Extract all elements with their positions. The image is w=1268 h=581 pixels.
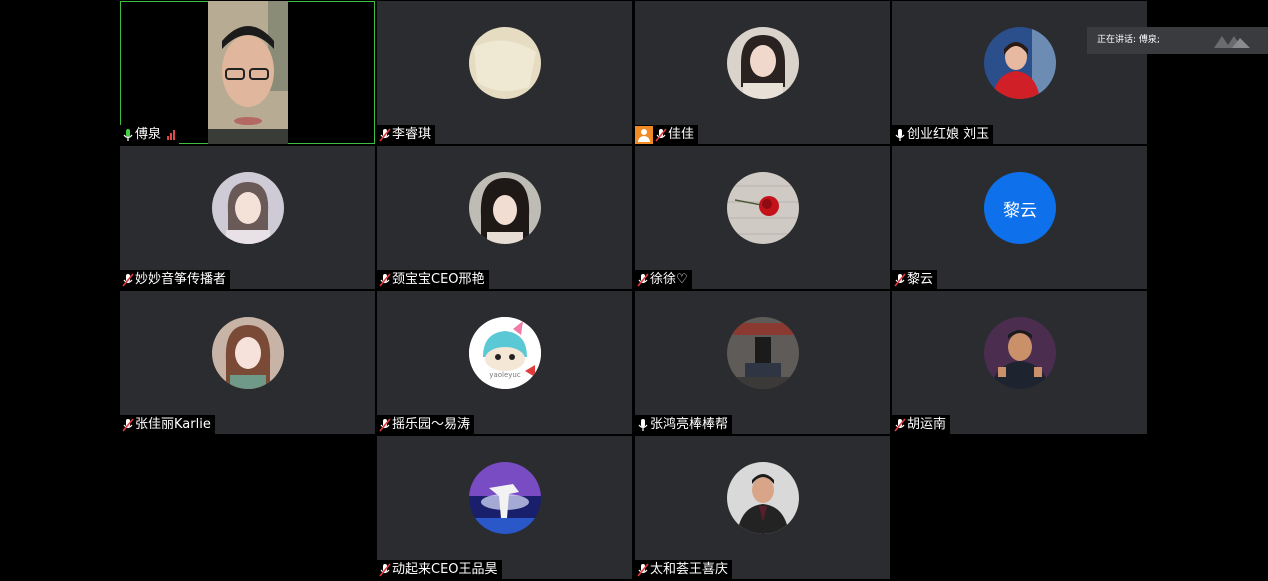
participant-tile-active[interactable]: 傅泉 bbox=[120, 1, 375, 144]
active-speaker-text: 正在讲话: 傅泉; bbox=[1097, 35, 1160, 45]
participant-tile[interactable]: 张鸿亮棒棒帮 bbox=[635, 291, 890, 434]
participant-name-bar: 胡运南 bbox=[892, 415, 951, 434]
avatar-logo-text: yaoleyuc bbox=[489, 371, 521, 379]
microphone-muted-icon bbox=[894, 272, 906, 287]
participant-tile[interactable]: 张佳丽Karlie bbox=[120, 291, 375, 434]
participant-name: 李睿琪 bbox=[392, 127, 432, 142]
participant-video bbox=[208, 1, 288, 144]
participant-name: 妙妙音筝传播者 bbox=[135, 272, 227, 287]
participant-tile[interactable]: 颈宝宝CEO邢艳 bbox=[377, 146, 632, 289]
participant-name-bar: 动起来CEO王品昊 bbox=[377, 560, 502, 579]
participant-tile[interactable]: 妙妙音筝传播者 bbox=[120, 146, 375, 289]
microphone-muted-icon bbox=[379, 417, 391, 432]
participant-avatar bbox=[727, 317, 799, 389]
participant-name: 佳佳 bbox=[668, 127, 695, 142]
app-logo-icon bbox=[1214, 36, 1250, 48]
microphone-on-icon bbox=[122, 128, 134, 142]
participant-initials-avatar: 黎云 bbox=[984, 172, 1056, 244]
participant-tile[interactable]: 太和荟王喜庆 bbox=[635, 436, 890, 579]
participant-name-bar: 李睿琪 bbox=[377, 125, 436, 144]
participant-name-bar: 妙妙音筝传播者 bbox=[120, 270, 231, 289]
participant-tile[interactable]: yaoleyuc 摇乐园～易涛 bbox=[377, 291, 632, 434]
participant-avatar bbox=[727, 462, 799, 534]
participant-avatar bbox=[727, 27, 799, 99]
microphone-muted-icon bbox=[379, 127, 391, 142]
participant-name-bar: 创业红娘 刘玉 bbox=[892, 125, 994, 144]
participant-tile[interactable]: 动起来CEO王品昊 bbox=[377, 436, 632, 579]
participant-name: 徐徐♡ bbox=[650, 272, 688, 287]
microphone-muted-icon bbox=[122, 417, 134, 432]
participant-name-bar: 颈宝宝CEO邢艳 bbox=[377, 270, 489, 289]
participant-avatar: yaoleyuc bbox=[469, 317, 541, 389]
signal-strength-icon bbox=[167, 129, 176, 140]
participant-name: 太和荟王喜庆 bbox=[650, 562, 729, 577]
host-icon bbox=[635, 125, 653, 144]
participant-name: 张佳丽Karlie bbox=[135, 417, 211, 432]
participant-tile[interactable]: 胡运南 bbox=[892, 291, 1147, 434]
participant-name-bar: 太和荟王喜庆 bbox=[635, 560, 733, 579]
participant-name: 张鸿亮棒棒帮 bbox=[650, 417, 729, 432]
microphone-muted-icon bbox=[637, 562, 649, 577]
participant-tile[interactable]: 李睿琪 bbox=[377, 1, 632, 144]
participant-avatar bbox=[212, 172, 284, 244]
participant-tile[interactable]: 徐徐♡ bbox=[635, 146, 890, 289]
microphone-muted-icon bbox=[637, 272, 649, 287]
participant-name-bar: 张佳丽Karlie bbox=[120, 415, 215, 434]
participant-avatar bbox=[984, 317, 1056, 389]
participant-tile[interactable]: 创业红娘 刘玉 bbox=[892, 1, 1147, 144]
participant-name-bar: 黎云 bbox=[892, 270, 938, 289]
participant-avatar bbox=[469, 462, 541, 534]
participant-name: 傅泉 bbox=[135, 127, 162, 142]
microphone-on-icon bbox=[894, 128, 906, 142]
participant-tile[interactable]: 黎云 黎云 bbox=[892, 146, 1147, 289]
participant-name-bar: 徐徐♡ bbox=[635, 270, 692, 289]
participant-name-bar: 傅泉 bbox=[120, 125, 180, 144]
microphone-muted-icon bbox=[894, 417, 906, 432]
microphone-on-icon bbox=[637, 418, 649, 432]
participant-tile[interactable]: 佳佳 bbox=[635, 1, 890, 144]
participant-avatar bbox=[984, 27, 1056, 99]
microphone-muted-icon bbox=[655, 127, 667, 142]
participant-name-bar: 摇乐园～易涛 bbox=[377, 415, 475, 434]
participant-name-bar: 佳佳 bbox=[635, 125, 699, 144]
participant-name: 创业红娘 刘玉 bbox=[907, 127, 990, 142]
participant-name-bar: 张鸿亮棒棒帮 bbox=[635, 415, 733, 434]
participant-avatar bbox=[727, 172, 799, 244]
participant-avatar bbox=[469, 27, 541, 99]
participant-name: 胡运南 bbox=[907, 417, 947, 432]
participant-name: 动起来CEO王品昊 bbox=[392, 562, 498, 577]
participant-name: 黎云 bbox=[907, 272, 934, 287]
active-speaker-banner: 正在讲话: 傅泉; bbox=[1087, 27, 1268, 54]
microphone-muted-icon bbox=[122, 272, 134, 287]
participant-avatar bbox=[469, 172, 541, 244]
microphone-muted-icon bbox=[379, 272, 391, 287]
participant-name: 颈宝宝CEO邢艳 bbox=[392, 272, 485, 287]
participant-avatar bbox=[212, 317, 284, 389]
microphone-muted-icon bbox=[379, 562, 391, 577]
participant-name: 摇乐园～易涛 bbox=[392, 417, 471, 432]
